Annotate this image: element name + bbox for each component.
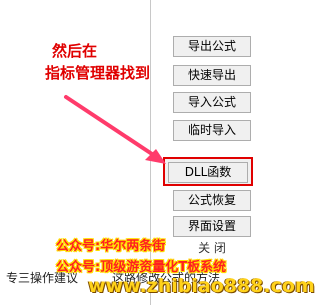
annotation-line-2: 指标管理器找到 bbox=[45, 64, 151, 82]
arrow-shaft bbox=[64, 95, 157, 158]
watermark-line-1: 公众号:华尔两条街 bbox=[56, 239, 166, 254]
watermark-line-2: 公众号:顶级游资量化T板系统 bbox=[56, 260, 227, 275]
screenshot-stage: 导出公式 快速导出 导入公式 临时导入 DLL函数 公式恢复 界面设置 关 闭 … bbox=[0, 0, 315, 305]
watermark-domain: www.zhibiao888.com bbox=[88, 275, 315, 297]
annotation-line-1: 然后在 bbox=[52, 42, 98, 60]
